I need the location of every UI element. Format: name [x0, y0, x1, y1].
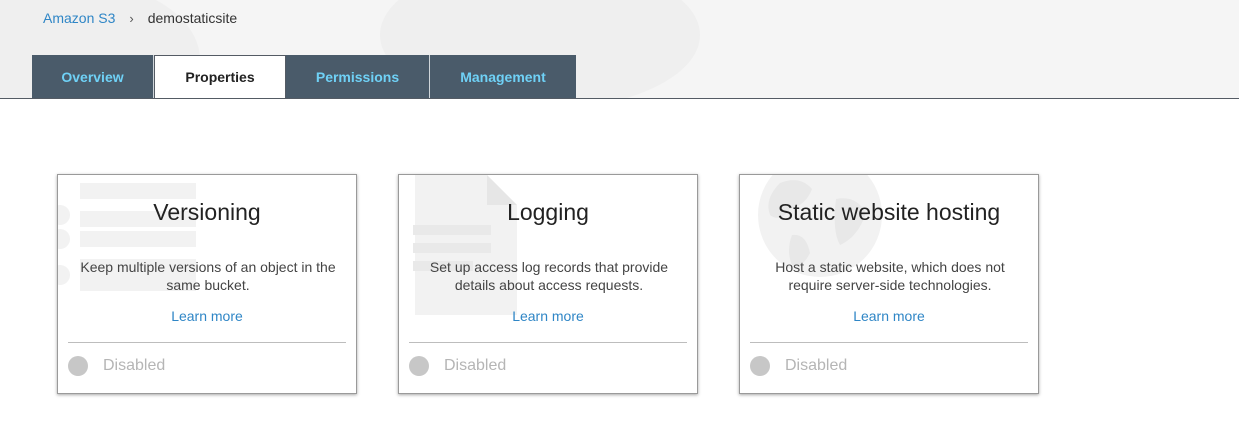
- card-status: Disabled: [750, 356, 847, 376]
- status-text: Disabled: [103, 357, 166, 374]
- card-title: Static website hosting: [777, 199, 1001, 225]
- card-title: Versioning: [153, 199, 261, 225]
- status-text: Disabled: [444, 357, 507, 374]
- static-website-hosting-card[interactable]: Static website hosting Host a static web…: [739, 174, 1039, 394]
- card-divider: [409, 342, 687, 343]
- card-divider: [68, 342, 346, 343]
- card-description: Set up access log records that provide d…: [429, 259, 669, 293]
- versioning-card[interactable]: Versioning Keep multiple versions of an …: [57, 174, 357, 394]
- logging-card[interactable]: Logging Set up access log records that p…: [398, 174, 698, 394]
- page-header: Amazon S3 › demostaticsite Overview Prop…: [0, 0, 1239, 99]
- card-title: Logging: [507, 199, 589, 225]
- bucket-tabs: Overview Properties Permissions Manageme…: [32, 55, 576, 98]
- learn-more-link[interactable]: Learn more: [58, 308, 356, 324]
- tab-properties[interactable]: Properties: [154, 55, 286, 98]
- card-status: Disabled: [68, 356, 165, 376]
- breadcrumb-separator-icon: ›: [129, 10, 134, 26]
- learn-more-link[interactable]: Learn more: [740, 308, 1038, 324]
- card-status: Disabled: [409, 356, 506, 376]
- learn-more-link[interactable]: Learn more: [399, 308, 697, 324]
- card-divider: [750, 342, 1028, 343]
- breadcrumb-amazon-s3-link[interactable]: Amazon S3: [43, 10, 115, 26]
- versioning-watermark-icon: [58, 183, 196, 291]
- tab-permissions[interactable]: Permissions: [286, 55, 430, 98]
- status-dot-icon: [68, 356, 88, 376]
- status-text: Disabled: [785, 357, 848, 374]
- status-dot-icon: [409, 356, 429, 376]
- document-watermark-icon: [413, 175, 517, 315]
- breadcrumb: Amazon S3 › demostaticsite: [43, 10, 237, 26]
- tab-management[interactable]: Management: [430, 55, 576, 98]
- status-dot-icon: [750, 356, 770, 376]
- card-description: Keep multiple versions of an object in t…: [80, 259, 336, 293]
- card-description: Host a static website, which does not re…: [775, 259, 1005, 293]
- breadcrumb-current-bucket: demostaticsite: [147, 10, 238, 26]
- tab-overview[interactable]: Overview: [32, 55, 154, 98]
